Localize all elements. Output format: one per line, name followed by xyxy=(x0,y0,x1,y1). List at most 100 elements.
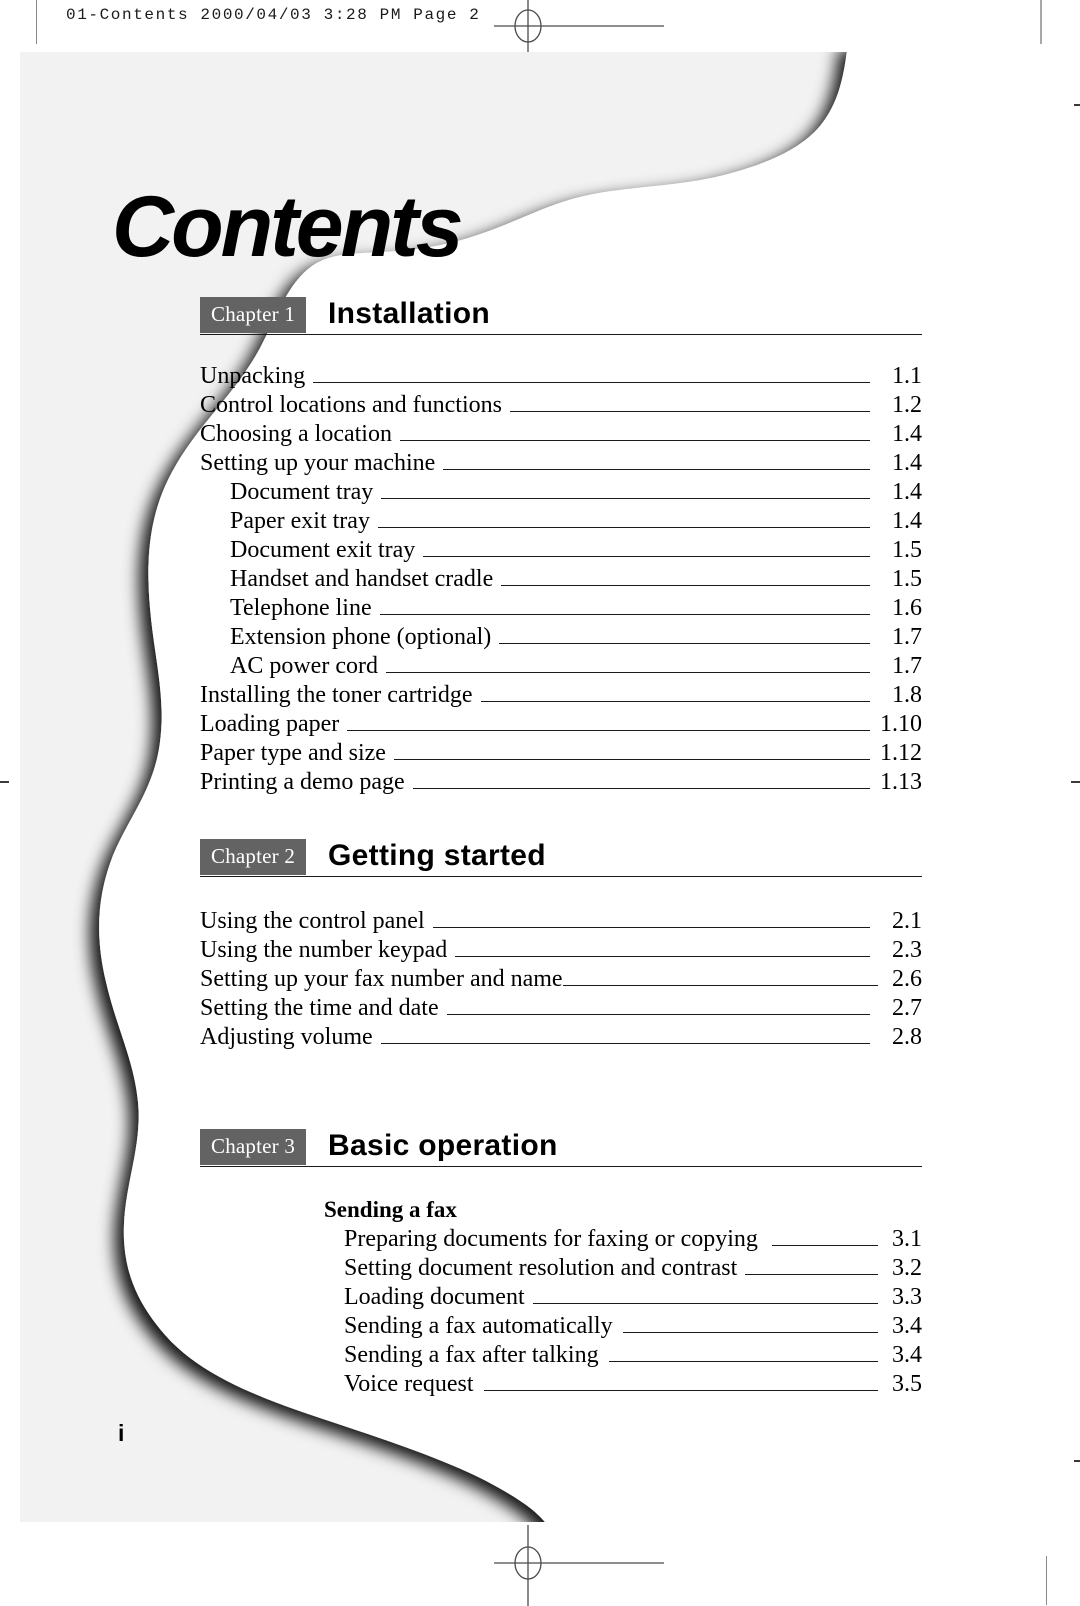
toc-leader xyxy=(305,382,878,383)
toc-entry-page: 3.1 xyxy=(892,1226,922,1252)
toc-entry-label: Choosing a location xyxy=(200,421,392,447)
toc-row[interactable]: Document tray 1.4 xyxy=(200,478,922,507)
toc-list-chapter-1: Unpacking 1.1 Control locations and func… xyxy=(200,362,922,797)
toc-leader xyxy=(339,730,878,731)
toc-row[interactable]: Using the number keypad 2.3 xyxy=(200,936,922,965)
toc-row[interactable]: Setting up your machine 1.4 xyxy=(200,449,922,478)
toc-row[interactable]: Unpacking 1.1 xyxy=(200,362,922,391)
toc-entry-label: Preparing documents for faxing or copyin… xyxy=(344,1226,758,1252)
toc-row[interactable]: Control locations and functions 1.2 xyxy=(200,391,922,420)
toc-entry-label: Handset and handset cradle xyxy=(230,566,494,592)
toc-leader xyxy=(370,527,878,528)
toc-leader xyxy=(378,672,878,673)
toc-entry-label: AC power cord xyxy=(230,653,378,679)
toc-leader xyxy=(425,927,878,928)
toc-entry-page: 1.4 xyxy=(892,421,922,447)
toc-leader xyxy=(502,411,878,412)
toc-leader xyxy=(474,1390,878,1391)
toc-entry-page: 2.7 xyxy=(892,995,922,1021)
registration-mark-top xyxy=(494,0,664,54)
chapter-title-2: Getting started xyxy=(328,839,546,872)
toc-entry-page: 2.8 xyxy=(892,1024,922,1050)
toc-entry-page: 1.7 xyxy=(892,624,922,650)
toc-leader xyxy=(372,614,878,615)
toc-row[interactable]: Loading document 3.3 xyxy=(200,1283,922,1312)
toc-list-chapter-2: Using the control panel 2.1 Using the nu… xyxy=(200,907,922,1052)
toc-entry-label: Using the number keypad xyxy=(200,937,448,963)
toc-row[interactable]: Voice request 3.5 xyxy=(200,1370,922,1399)
chapter-title-1: Installation xyxy=(328,297,490,330)
page-folio: i xyxy=(118,1420,125,1446)
trim-line-right xyxy=(1040,0,1042,44)
toc-entry-label: Printing a demo page xyxy=(200,769,405,795)
page-sheet: Contents Chapter 1 Installation Unpackin… xyxy=(20,52,1060,1522)
toc-row[interactable]: Setting the time and date 2.7 xyxy=(200,994,922,1023)
toc-entry-page: 1.5 xyxy=(892,537,922,563)
chapter-block-1: Chapter 1 Installation xyxy=(200,288,922,335)
toc-entry-label: Control locations and functions xyxy=(200,392,502,418)
toc-entry-label: Using the control panel xyxy=(200,908,425,934)
toc-entry-label: Document tray xyxy=(230,479,374,505)
toc-entry-page: 1.6 xyxy=(892,595,922,621)
toc-leader xyxy=(405,788,878,789)
toc-leader xyxy=(439,1014,878,1015)
toc-section-heading: Sending a fax xyxy=(324,1197,457,1222)
toc-entry-label: Loading document xyxy=(344,1284,525,1310)
toc-entry-label: Document exit tray xyxy=(230,537,416,563)
toc-row[interactable]: Setting up your fax number and name 2.6 xyxy=(200,965,922,994)
toc-entry-label: Setting the time and date xyxy=(200,995,439,1021)
toc-entry-page: 3.4 xyxy=(892,1342,922,1368)
chapter-block-3: Chapter 3 Basic operation xyxy=(200,1120,922,1167)
toc-row[interactable]: Printing a demo page 1.13 xyxy=(200,768,922,797)
toc-leader xyxy=(525,1303,878,1304)
toc-row[interactable]: Telephone line 1.6 xyxy=(200,594,922,623)
chapter-title-3: Basic operation xyxy=(328,1129,558,1162)
toc-entry-page: 1.1 xyxy=(892,363,922,389)
toc-entry-page: 3.5 xyxy=(892,1371,922,1397)
toc-row[interactable]: Installing the toner cartridge 1.8 xyxy=(200,681,922,710)
toc-entry-page: 1.4 xyxy=(892,450,922,476)
toc-row[interactable]: Sending a fax after talking 3.4 xyxy=(200,1341,922,1370)
toc-entry-label: Telephone line xyxy=(230,595,372,621)
toc-entry-label: Voice request xyxy=(344,1371,474,1397)
toc-leader xyxy=(386,759,878,760)
toc-leader xyxy=(599,1361,878,1362)
toc-entry-label: Extension phone (optional) xyxy=(230,624,492,650)
toc-entry-page: 1.10 xyxy=(880,711,922,737)
toc-row[interactable]: AC power cord 1.7 xyxy=(200,652,922,681)
toc-entry-page: 1.12 xyxy=(880,740,922,766)
toc-entry-label: Sending a fax after talking xyxy=(344,1342,599,1368)
toc-leader xyxy=(415,556,878,557)
toc-leader xyxy=(447,956,878,957)
toc-leader xyxy=(373,498,878,499)
toc-row[interactable]: Sending a fax automatically 3.4 xyxy=(200,1312,922,1341)
toc-entry-page: 1.5 xyxy=(892,566,922,592)
toc-entry-label: Setting up your fax number and name xyxy=(200,966,563,992)
toc-leader xyxy=(737,1274,878,1275)
chapter-block-2: Chapter 2 Getting started xyxy=(200,830,922,877)
toc-row[interactable]: Extension phone (optional) 1.7 xyxy=(200,623,922,652)
toc-entry-page: 1.4 xyxy=(892,508,922,534)
toc-entry-label: Setting up your machine xyxy=(200,450,436,476)
edge-tick-right xyxy=(1071,781,1080,783)
toc-row[interactable]: Handset and handset cradle 1.5 xyxy=(200,565,922,594)
page-title: Contents xyxy=(112,179,464,275)
toc-entry-page: 2.1 xyxy=(892,908,922,934)
toc-row[interactable]: Loading paper 1.10 xyxy=(200,710,922,739)
chapter-header-3: Chapter 3 Basic operation xyxy=(200,1120,922,1167)
toc-row[interactable]: Preparing documents for faxing or copyin… xyxy=(200,1225,922,1254)
toc-entry-page: 1.8 xyxy=(892,682,922,708)
toc-row[interactable]: Adjusting volume 2.8 xyxy=(200,1023,922,1052)
toc-leader xyxy=(435,469,878,470)
toc-row[interactable]: Paper type and size 1.12 xyxy=(200,739,922,768)
toc-row[interactable]: Using the control panel 2.1 xyxy=(200,907,922,936)
toc-row[interactable]: Document exit tray 1.5 xyxy=(200,536,922,565)
toc-row[interactable]: Paper exit tray 1.4 xyxy=(200,507,922,536)
toc-row[interactable]: Choosing a location 1.4 xyxy=(200,420,922,449)
registration-mark-bottom xyxy=(494,1520,664,1606)
toc-row[interactable]: Setting document resolution and contrast… xyxy=(200,1254,922,1283)
toc-entry-page: 3.3 xyxy=(892,1284,922,1310)
toc-entry-label: Adjusting volume xyxy=(200,1024,373,1050)
toc-entry-page: 1.4 xyxy=(892,479,922,505)
chapter-tag-2: Chapter 2 xyxy=(200,839,307,875)
